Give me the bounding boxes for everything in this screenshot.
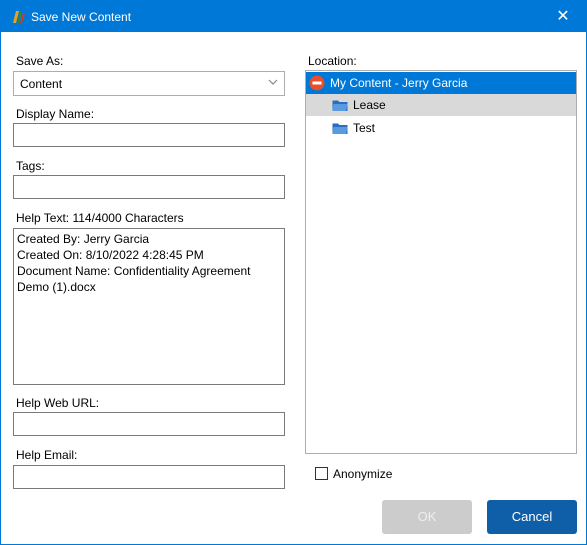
save-as-label: Save As: [16,54,64,68]
location-tree[interactable]: My Content - Jerry Garcia Lease Test [305,70,577,454]
ok-button[interactable]: OK [382,500,472,534]
help-email-input[interactable] [14,466,284,488]
close-button[interactable]: ✕ [540,1,586,32]
tags-input[interactable] [14,176,284,198]
display-name-input[interactable] [14,124,284,146]
help-email-label: Help Email: [16,448,78,462]
location-label: Location: [308,54,357,68]
help-text-area[interactable]: Created By: Jerry Garcia Created On: 8/1… [13,228,285,385]
save-new-content-dialog: Save New Content ✕ Save As: Content Disp… [0,0,587,545]
display-name-label: Display Name: [16,107,95,121]
tree-item-lease[interactable]: Lease [306,94,576,116]
tree-item-test[interactable]: Test [306,117,576,139]
no-entry-icon [309,75,325,91]
help-email-field[interactable] [13,465,285,489]
tree-item-label: Test [353,121,376,135]
help-web-url-label: Help Web URL: [16,396,100,410]
tree-item-label: Lease [353,98,386,112]
folder-icon [332,123,348,134]
help-web-url-field[interactable] [13,412,285,436]
help-text-line: Demo (1).docx [17,280,96,294]
tree-item-label: My Content - Jerry Garcia [330,76,468,90]
window-title: Save New Content [31,10,132,24]
chevron-down-icon [268,79,278,85]
tags-field[interactable] [13,175,285,199]
app-logo-icon [13,11,25,23]
folder-icon [332,100,348,111]
anonymize-checkbox[interactable] [315,467,328,480]
display-name-field[interactable] [13,123,285,147]
help-text-line: Created By: Jerry Garcia [17,232,150,246]
cancel-button[interactable]: Cancel [487,500,577,534]
save-as-dropdown[interactable]: Content [13,71,285,96]
tree-item-my-content[interactable]: My Content - Jerry Garcia [306,72,576,94]
help-text-line: Created On: 8/10/2022 4:28:45 PM [17,248,204,262]
help-text-line: Document Name: Confidentiality Agreement [17,264,251,278]
help-web-url-input[interactable] [14,413,284,435]
save-as-value: Content [20,77,63,91]
anonymize-label: Anonymize [333,467,393,481]
help-text-label: Help Text: 114/4000 Characters [16,211,184,225]
tags-label: Tags: [16,159,45,173]
title-bar: Save New Content ✕ [1,1,586,32]
close-icon: ✕ [556,8,570,25]
